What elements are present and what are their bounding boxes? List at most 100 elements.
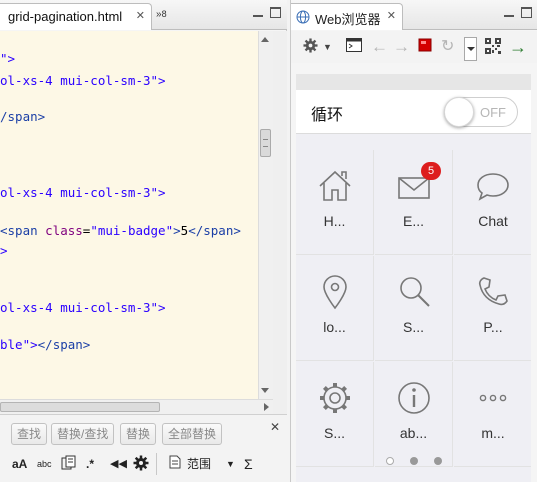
grid-item-label: S... (323, 425, 345, 441)
find-replace-bar: 查找 替换/查找 替换 全部替换 ✕ aA abc .* ◀◀ 范围 ▼ Σ (0, 414, 287, 482)
go-arrow-icon[interactable]: → (509, 38, 527, 56)
find-button[interactable]: 查找 (11, 423, 48, 445)
console-icon[interactable] (346, 38, 362, 56)
icon-grid: H... 5 E... Chat lo... S... P... S... ab… (296, 150, 531, 470)
scroll-thumb[interactable] (0, 402, 160, 412)
editor-tab[interactable]: grid-pagination.html ✕ (0, 3, 152, 30)
grid-item-label: lo... (323, 319, 346, 335)
switch-state-label: OFF (480, 105, 506, 120)
phone-icon (478, 277, 508, 306)
scroll-down-icon[interactable] (261, 388, 269, 393)
grid-item-more[interactable]: m... (454, 362, 531, 467)
settings-gear-icon[interactable] (303, 38, 318, 56)
browser-tab-title: Web浏览器 (315, 12, 381, 27)
grid-item-label: ab... (399, 425, 428, 441)
info-icon (398, 382, 430, 414)
status-strip (296, 74, 531, 90)
scroll-thumb[interactable] (260, 129, 271, 157)
refresh-icon[interactable]: ↻ (441, 38, 454, 56)
grid-item-label: H... (323, 213, 346, 229)
code-line: /span> (0, 109, 46, 124)
page-dot[interactable] (409, 457, 418, 465)
notification-badge: 5 (421, 162, 441, 180)
chevron-down-icon[interactable]: ▼ (323, 38, 332, 56)
grid-item-label: Chat (478, 213, 508, 229)
maximize-icon[interactable] (270, 7, 281, 18)
globe-icon (296, 10, 310, 27)
maximize-icon[interactable] (521, 7, 532, 18)
gear-icon[interactable] (133, 455, 149, 473)
grid-item-search[interactable]: S... (375, 256, 453, 361)
grid-item-label: m... (481, 425, 505, 441)
scroll-right-icon[interactable] (264, 403, 269, 411)
switch-knob[interactable] (444, 97, 474, 127)
grid-item-label: E... (402, 213, 424, 229)
code-line: ol-xs-4 mui-col-sm-3"> (0, 73, 166, 88)
code-editor[interactable]: "> ol-xs-4 mui-col-sm-3"> /span> ol-xs-4… (0, 31, 258, 399)
browser-viewport: 循环 OFF H... 5 E... Chat lo... S... P... … (296, 74, 531, 482)
grid-item-label: P... (483, 319, 503, 335)
match-case-toggle[interactable]: aA (12, 455, 27, 473)
vertical-scrollbar[interactable] (258, 31, 273, 399)
loop-setting-row: 循环 OFF (296, 90, 531, 134)
grid-item-home[interactable]: H... (296, 150, 374, 255)
code-line: ol-xs-4 mui-col-sm-3"> (0, 185, 166, 200)
overview-ruler (273, 31, 287, 414)
grid-item-chat[interactable]: Chat (454, 150, 531, 255)
rewind-icon[interactable]: ◀◀ (110, 455, 127, 473)
grid-item-settings[interactable]: S... (296, 362, 374, 467)
qr-code-icon[interactable] (485, 38, 501, 56)
chevron-down-icon[interactable]: ▼ (226, 455, 235, 473)
browser-tabbar: Web浏览器 ✕ (291, 0, 537, 30)
incremental-icon[interactable] (61, 455, 77, 473)
scroll-up-icon[interactable] (261, 37, 269, 42)
page-dot[interactable] (385, 457, 394, 465)
code-line: "> (0, 51, 16, 66)
more-icon (479, 394, 507, 402)
document-icon (169, 455, 181, 473)
code-line: ol-xs-4 mui-col-sm-3"> (0, 300, 166, 315)
close-icon[interactable]: ✕ (387, 9, 396, 22)
scope-selector[interactable]: 范围 (187, 455, 211, 473)
browser-window-controls (497, 7, 532, 21)
minimize-icon[interactable] (503, 7, 515, 19)
grid-item-phone[interactable]: P... (454, 256, 531, 361)
tab-overflow-button[interactable]: »8 (156, 9, 167, 20)
loop-label: 循环 (311, 107, 344, 124)
minimize-icon[interactable] (252, 7, 264, 19)
pagination-dots (296, 454, 531, 466)
gear-icon (320, 383, 350, 413)
code-line: <span class="mui-badge">5</span> (0, 223, 241, 238)
url-history-dropdown[interactable] (464, 37, 477, 61)
home-icon (319, 170, 351, 201)
grid-item-location[interactable]: lo... (296, 256, 374, 361)
code-line: > (0, 243, 8, 258)
code-line: ble"></span> (0, 337, 91, 352)
close-icon[interactable]: ✕ (136, 9, 145, 22)
grid-item-email[interactable]: 5 E... (375, 150, 453, 255)
horizontal-scrollbar[interactable] (0, 399, 273, 414)
browser-tab[interactable]: Web浏览器 ✕ (291, 3, 403, 30)
whole-word-toggle[interactable]: abc (37, 455, 52, 473)
grid-item-label: S... (402, 319, 424, 335)
tab-overflow-count: 8 (161, 9, 167, 19)
search-icon (400, 277, 430, 307)
editor-window-controls (246, 7, 281, 21)
sigma-icon[interactable]: Σ (244, 455, 253, 473)
replace-button[interactable]: 替换 (120, 423, 157, 445)
forward-arrow-icon[interactable]: → (393, 38, 410, 56)
page-dot[interactable] (433, 457, 442, 465)
chat-icon (477, 173, 509, 201)
web-browser-panel: Web浏览器 ✕ ▼ ← → ↻ → 循环 OFF H... 5 E... Ch… (290, 0, 537, 482)
back-arrow-icon[interactable]: ← (371, 38, 388, 56)
loop-switch[interactable]: OFF (444, 97, 518, 127)
regex-toggle[interactable]: .* (86, 455, 94, 473)
location-icon (323, 275, 347, 310)
stop-icon[interactable] (418, 38, 432, 56)
toolbar-separator (156, 453, 157, 475)
editor-panel: grid-pagination.html ✕ »8 "> ol-xs-4 mui… (0, 0, 287, 482)
replace-find-button[interactable]: 替换/查找 (51, 423, 115, 445)
replace-all-button[interactable]: 全部替换 (162, 423, 223, 445)
grid-item-about[interactable]: ab... (375, 362, 453, 467)
close-icon[interactable]: ✕ (270, 420, 280, 434)
